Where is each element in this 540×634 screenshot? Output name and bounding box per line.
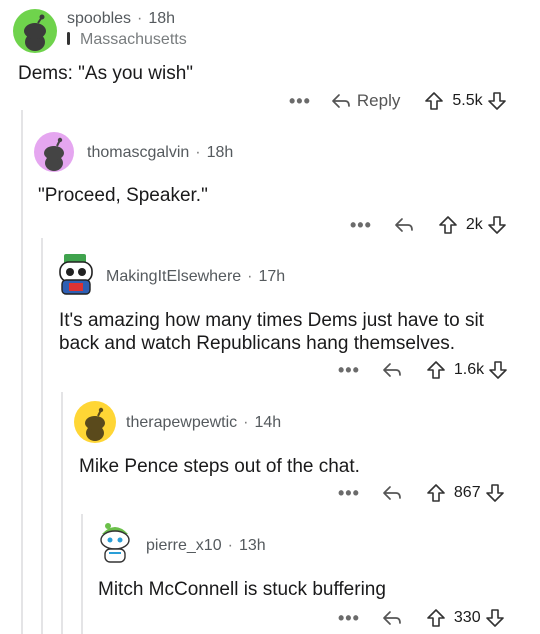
more-dots-icon[interactable]: ••• (289, 92, 311, 110)
more-dots-icon[interactable]: ••• (338, 361, 360, 379)
location-pin-icon (67, 32, 70, 45)
arrow-up-icon[interactable] (426, 360, 446, 380)
timestamp: 18h (148, 10, 176, 27)
username-line: pierre_x10 · 13h (146, 537, 266, 555)
reply-button[interactable] (382, 361, 402, 379)
comment-actions: ••• 1.6k (338, 358, 508, 382)
arrow-up-icon[interactable] (438, 215, 458, 235)
timestamp: 13h (238, 537, 266, 554)
username-line: therapewpewtic · 14h (126, 414, 281, 432)
comment-body: Dems: "As you wish" (18, 63, 194, 84)
reply-arrow-icon (394, 216, 414, 234)
comment-actions: ••• 330 (338, 606, 505, 630)
vote-score: 5.5k (452, 92, 483, 109)
arrow-down-icon[interactable] (487, 215, 507, 235)
timestamp: 14h (254, 414, 282, 431)
reply-button[interactable]: Reply (331, 91, 400, 111)
comment-actions: ••• Reply 5.5k (289, 89, 507, 113)
separator-dot: · (247, 268, 253, 285)
username[interactable]: thomascgalvin (87, 144, 189, 161)
comment-actions: ••• 2k (350, 213, 507, 237)
avatar[interactable] (74, 401, 116, 443)
user-flair: Massachusetts (67, 31, 187, 49)
username-line: MakingItElsewhere · 17h (106, 268, 285, 286)
flair-text: Massachusetts (80, 31, 187, 48)
username-line: spoobles · 18h (67, 10, 175, 28)
reply-arrow-icon (382, 484, 402, 502)
avatar[interactable] (13, 9, 57, 53)
avatar[interactable] (34, 132, 74, 172)
username[interactable]: pierre_x10 (146, 537, 222, 554)
vote-controls: 867 (426, 483, 505, 503)
arrow-down-icon[interactable] (488, 360, 508, 380)
vote-controls: 330 (426, 608, 505, 628)
reply-button[interactable] (382, 609, 402, 627)
arrow-down-icon[interactable] (485, 483, 505, 503)
arrow-up-icon[interactable] (426, 483, 446, 503)
thread-line-level-3[interactable] (61, 392, 63, 634)
arrow-up-icon[interactable] (426, 608, 446, 628)
more-dots-icon[interactable]: ••• (338, 484, 360, 502)
thread-line-level-4[interactable] (81, 514, 83, 634)
arrow-up-icon[interactable] (424, 91, 444, 111)
separator-dot: · (195, 144, 201, 161)
timestamp: 17h (258, 268, 286, 285)
reply-button[interactable] (382, 484, 402, 502)
reply-label: Reply (356, 91, 401, 110)
avatar[interactable] (94, 520, 136, 564)
comment-body: "Proceed, Speaker." (38, 185, 208, 206)
more-dots-icon[interactable]: ••• (338, 609, 360, 627)
arrow-down-icon[interactable] (485, 608, 505, 628)
username[interactable]: MakingItElsewhere (106, 268, 241, 285)
comment-body: Mike Pence steps out of the chat. (79, 456, 360, 477)
arrow-down-icon[interactable] (487, 91, 507, 111)
comment-actions: ••• 867 (338, 481, 505, 505)
comment-body: It's amazing how many times Dems just ha… (59, 309, 484, 355)
reply-arrow-icon (331, 92, 351, 110)
vote-controls: 2k (438, 215, 507, 235)
vote-controls: 5.5k (424, 91, 506, 111)
reply-arrow-icon (382, 609, 402, 627)
vote-controls: 1.6k (426, 360, 508, 380)
reply-arrow-icon (382, 361, 402, 379)
reply-button[interactable] (394, 216, 414, 234)
thread-line-level-1[interactable] (21, 110, 23, 634)
username[interactable]: spoobles (67, 10, 131, 27)
comment-body-line: It's amazing how many times Dems just ha… (59, 310, 484, 331)
separator-dot: · (243, 414, 249, 431)
more-dots-icon[interactable]: ••• (350, 216, 372, 234)
comment-body-line: back and watch Republicans hang themselv… (59, 333, 456, 354)
comment-body: Mitch McConnell is stuck buffering (98, 579, 386, 600)
separator-dot: · (227, 537, 233, 554)
thread-line-level-2[interactable] (41, 238, 43, 634)
vote-score: 1.6k (453, 361, 485, 378)
vote-score: 2k (465, 216, 483, 233)
username-line: thomascgalvin · 18h (87, 144, 233, 162)
separator-dot: · (137, 10, 143, 27)
vote-score: 867 (453, 484, 481, 501)
timestamp: 18h (206, 144, 234, 161)
vote-score: 330 (453, 609, 481, 626)
avatar[interactable] (54, 252, 98, 298)
username[interactable]: therapewpewtic (126, 414, 237, 431)
